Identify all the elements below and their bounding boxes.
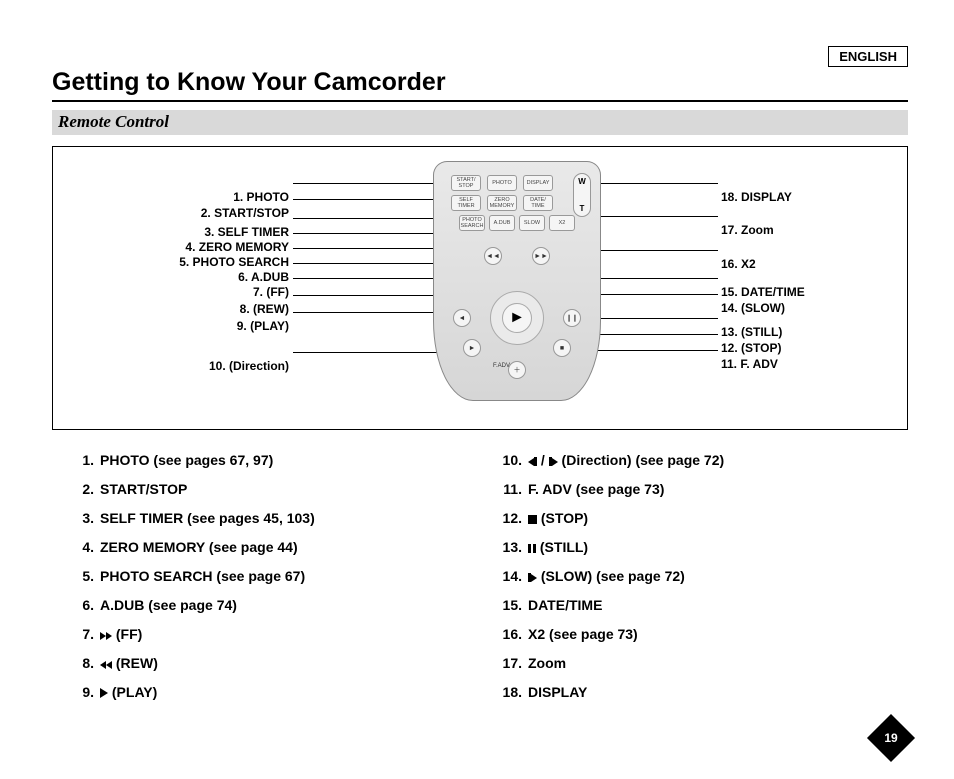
remote-zoom-rocker: WT <box>573 173 591 217</box>
callout-date-time: 15. DATE/TIME <box>721 286 805 298</box>
remote-btn-x2: X2 <box>549 215 575 231</box>
remote-btn-stop: ■ <box>553 339 571 357</box>
legend-right: 10. / (Direction) (see page 72) 11.F. ADV… <box>496 452 876 713</box>
callout-fadv: 11. F. ADV <box>721 358 778 370</box>
legend-item: 6.A.DUB (see page 74) <box>68 597 448 613</box>
legend-item: 7. (FF) <box>68 626 448 642</box>
remote-btn-photo: PHOTO <box>487 175 517 191</box>
remote-btn-dir-right: ► <box>463 339 481 357</box>
remote-illustration: START/ STOP PHOTO DISPLAY SELF TIMER ZER… <box>433 161 601 401</box>
callout-x2: 16. X2 <box>721 258 756 270</box>
remote-btn-self-timer: SELF TIMER <box>451 195 481 211</box>
callout-play: 9. (PLAY) <box>237 320 289 332</box>
language-label: ENGLISH <box>828 46 908 67</box>
section-subtitle: Remote Control <box>52 110 908 135</box>
legend-item: 18.DISPLAY <box>496 684 876 700</box>
callout-self-timer: 3. SELF TIMER <box>204 226 289 238</box>
callout-photo: 1. PHOTO <box>233 191 289 203</box>
remote-btn-rew: ◄◄ <box>484 247 502 265</box>
page-number: 19 <box>884 731 897 745</box>
legend-item: 2.START/STOP <box>68 481 448 497</box>
legend-item: 17.Zoom <box>496 655 876 671</box>
legend-item: 10. / (Direction) (see page 72) <box>496 452 876 468</box>
remote-play-ring: ► <box>490 291 544 345</box>
remote-btn-zero-memory: ZERO MEMORY <box>487 195 517 211</box>
legend-item: 13. (STILL) <box>496 539 876 555</box>
remote-btn-date-time: DATE/ TIME <box>523 195 553 211</box>
callout-still: 13. (STILL) <box>721 326 782 338</box>
legend-item: 4.ZERO MEMORY (see page 44) <box>68 539 448 555</box>
page-title: Getting to Know Your Camcorder <box>52 68 446 97</box>
callout-stop: 12. (STOP) <box>721 342 781 354</box>
remote-btn-display: DISPLAY <box>523 175 553 191</box>
legend-item: 3.SELF TIMER (see pages 45, 103) <box>68 510 448 526</box>
remote-btn-dir-left: ◄ <box>453 309 471 327</box>
callout-display: 18. DISPLAY <box>721 191 792 203</box>
remote-btn-photo-search: PHOTO SEARCH <box>459 215 485 231</box>
remote-btn-play: ► <box>502 303 532 333</box>
remote-btn-ff: ►► <box>532 247 550 265</box>
title-rule <box>52 100 908 102</box>
callout-ff: 7. (FF) <box>253 286 289 298</box>
legend-item: 16.X2 (see page 73) <box>496 626 876 642</box>
legend-item: 9. (PLAY) <box>68 684 448 700</box>
remote-btn-start-stop: START/ STOP <box>451 175 481 191</box>
page-number-badge: 19 <box>874 721 908 755</box>
callout-direction: 10. (Direction) <box>209 360 289 372</box>
remote-diagram: 1. PHOTO 2. START/STOP 3. SELF TIMER 4. … <box>52 146 908 430</box>
legend-item: 8. (REW) <box>68 655 448 671</box>
legend-item: 5.PHOTO SEARCH (see page 67) <box>68 568 448 584</box>
callout-zero-memory: 4. ZERO MEMORY <box>185 241 289 253</box>
remote-btn-adub: A.DUB <box>489 215 515 231</box>
legend-item: 15.DATE/TIME <box>496 597 876 613</box>
legend-item: 12. (STOP) <box>496 510 876 526</box>
remote-btn-still: ❙❙ <box>563 309 581 327</box>
remote-fadv-label: F.ADV <box>493 363 510 369</box>
legend-item: 1.PHOTO (see pages 67, 97) <box>68 452 448 468</box>
legend-item: 14. (SLOW) (see page 72) <box>496 568 876 584</box>
callout-start-stop: 2. START/STOP <box>201 207 289 219</box>
callout-adub: 6. A.DUB <box>238 271 289 283</box>
remote-btn-fadv: ＋ <box>508 361 526 379</box>
callout-slow: 14. (SLOW) <box>721 302 785 314</box>
legend-left: 1.PHOTO (see pages 67, 97) 2.START/STOP 3.… <box>68 452 448 713</box>
callout-rew: 8. (REW) <box>240 303 289 315</box>
callout-zoom: 17. Zoom <box>721 224 774 236</box>
remote-btn-slow: SLOW <box>519 215 545 231</box>
legend-item: 11.F. ADV (see page 73) <box>496 481 876 497</box>
callout-photo-search: 5. PHOTO SEARCH <box>179 256 289 268</box>
